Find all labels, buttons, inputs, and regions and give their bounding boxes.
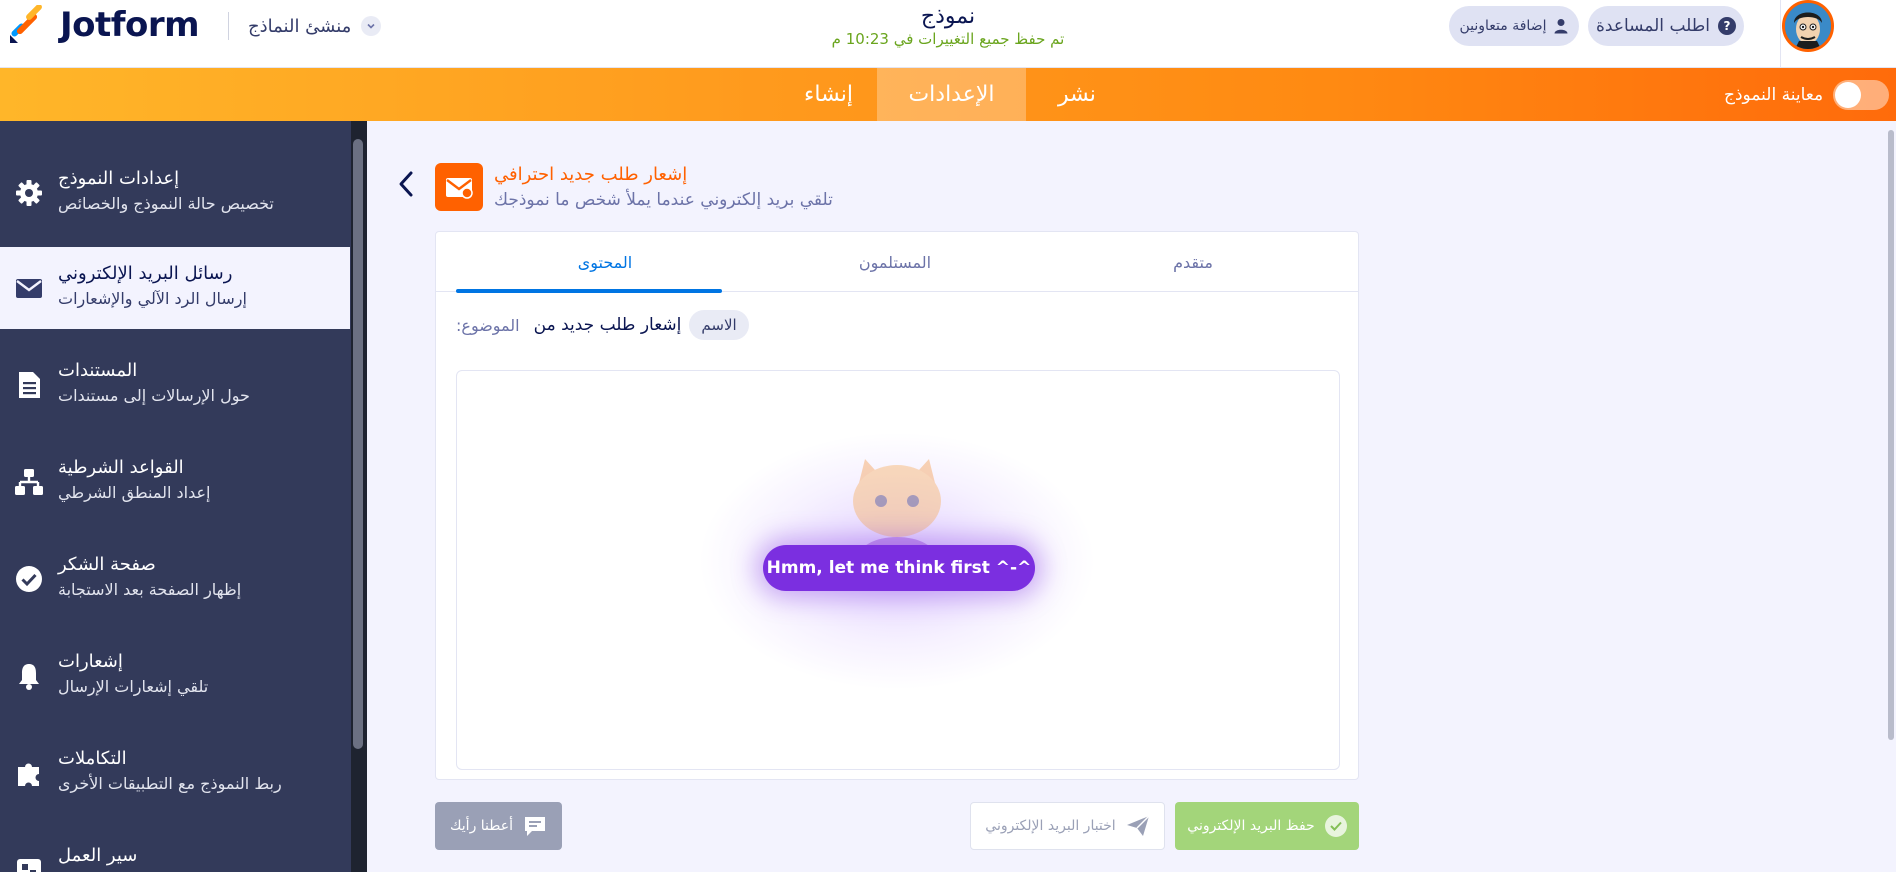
help-label: اطلب المساعدة: [1595, 16, 1711, 36]
puzzle-icon: [18, 763, 39, 786]
workflow-icon: [17, 859, 41, 872]
check-circle-icon: [1324, 815, 1347, 837]
user-icon: [1554, 19, 1568, 34]
form-title[interactable]: نموذج: [860, 4, 1036, 29]
ai-thinking-indicator: Hmm, let me think first ^-^: [763, 545, 1035, 591]
user-avatar-image: [1785, 3, 1831, 49]
subject-text: إشعار طلب جديد من: [533, 315, 682, 335]
sidebar-item-thank-you[interactable]: صفحة الشكر إظهار الصفحة بعد الاستجابة: [0, 538, 350, 620]
brand-name: Jotform: [60, 5, 200, 45]
top-header: Jotform منشئ النماذج نموذج تم حفظ جميع ا…: [0, 0, 1896, 68]
sidebar-item-desc: إظهار الصفحة بعد الاستجابة: [58, 580, 242, 599]
envelope-icon: [16, 279, 42, 298]
sidebar-item-workflow[interactable]: سير العمل: [0, 829, 350, 872]
sidebar-item-notifications[interactable]: إشعارات تلقي إشعارات الإرسال: [0, 635, 350, 717]
question-icon: ?: [1718, 17, 1737, 35]
gear-icon: [16, 180, 42, 206]
tab-content[interactable]: المحتوى: [456, 232, 754, 293]
test-email-label: اختبار البريد الإلكتروني: [985, 818, 1116, 834]
sidebar-scrollbar-thumb[interactable]: [353, 139, 363, 749]
add-collaborators-button[interactable]: إضافة متعاونين: [1449, 6, 1579, 46]
tab-build[interactable]: إنشاء: [780, 68, 877, 121]
subject-label: :الموضوع: [456, 315, 520, 335]
subject-field-tag[interactable]: الاسم: [689, 310, 749, 340]
tab-publish[interactable]: نشر: [1026, 68, 1128, 121]
tab-settings[interactable]: الإعدادات: [877, 68, 1026, 121]
sidebar-item-conditions[interactable]: القواعد الشرطية إعداد المنطق الشرطي: [0, 441, 350, 523]
jotform-logo[interactable]: Jotform: [8, 5, 200, 45]
email-notification-badge: [435, 163, 483, 211]
get-help-button[interactable]: اطلب المساعدة ?: [1588, 6, 1744, 46]
sidebar-item-emails[interactable]: رسائل البريد الإلكتروني إرسال الرد الآلي…: [0, 247, 350, 329]
sidebar-item-desc: إعداد المنطق الشرطي: [58, 483, 211, 502]
check-circle-icon: [16, 566, 42, 592]
settings-sidebar: إعدادات النموذج تخصيص حالة النموذج والخص…: [0, 121, 367, 872]
sidebar-item-form-settings[interactable]: إعدادات النموذج تخصيص حالة النموذج والخص…: [0, 152, 350, 234]
sitemap-icon: [15, 469, 43, 495]
form-builder-dropdown[interactable]: منشئ النماذج: [248, 12, 382, 40]
form-preview-control: معاينة النموذج: [1724, 80, 1890, 110]
envelope-check-icon: [446, 178, 473, 199]
sidebar-item-title: القواعد الشرطية: [58, 457, 184, 478]
feedback-icon: [525, 817, 545, 836]
sidebar-item-title: إشعارات: [58, 651, 123, 672]
sidebar-item-integrations[interactable]: التكاملات ربط النموذج مع التطبيقات الأخر…: [0, 732, 350, 814]
page-scrollbar-thumb[interactable]: [1888, 130, 1894, 740]
preview-toggle[interactable]: [1833, 80, 1890, 110]
collaborators-label: إضافة متعاونين: [1459, 18, 1547, 34]
sidebar-item-title: المستندات: [58, 360, 138, 381]
sidebar-item-documents[interactable]: المستندات حول الإرسالات إلى مستندات: [0, 344, 350, 426]
builder-nav-bar: إنشاء الإعدادات نشر معاينة النموذج: [0, 68, 1896, 121]
sidebar-item-desc: تخصيص حالة النموذج والخصائص: [58, 194, 274, 213]
feedback-label: أعطنا رأيك: [449, 818, 513, 834]
sidebar-item-desc: ربط النموذج مع التطبيقات الأخرى: [58, 774, 282, 793]
email-editor-tabs: المحتوى المستلمون متقدم: [436, 232, 1358, 293]
active-tab-indicator: [456, 289, 722, 293]
preview-label: معاينة النموذج: [1724, 85, 1824, 105]
save-status: تم حفظ جميع التغييرات في 10:23 م: [831, 30, 1065, 48]
sidebar-item-desc: إرسال الرد الآلي والإشعارات: [58, 289, 247, 308]
notification-subtitle: تلقي بريد إلكتروني عندما يملأ شخص ما نمو…: [494, 190, 833, 210]
sidebar-item-desc: حول الإرسالات إلى مستندات: [58, 386, 250, 405]
tab-advanced[interactable]: متقدم: [1044, 232, 1342, 292]
test-email-button[interactable]: اختبار البريد الإلكتروني: [970, 802, 1165, 850]
sidebar-item-title: سير العمل: [58, 845, 138, 866]
paper-plane-icon: [1126, 815, 1150, 836]
save-email-button[interactable]: حفظ البريد الإلكتروني: [1175, 802, 1359, 850]
header-divider: [228, 12, 229, 40]
chevron-down-icon: [361, 16, 382, 36]
sidebar-item-title: التكاملات: [58, 748, 127, 769]
tab-content-label: المحتوى: [577, 252, 633, 272]
header-separator: [1780, 0, 1781, 68]
toggle-knob: [1835, 82, 1862, 108]
tab-recipients[interactable]: المستلمون: [746, 232, 1044, 292]
bell-icon: [19, 664, 39, 690]
save-email-label: حفظ البريد الإلكتروني: [1187, 818, 1315, 834]
subject-field[interactable]: :الموضوع إشعار طلب جديد من الاسم: [456, 310, 1336, 340]
sidebar-panel: إعدادات النموذج تخصيص حالة النموذج والخص…: [0, 121, 350, 872]
email-editor-card: المحتوى المستلمون متقدم :الموضوع إشعار ط…: [435, 231, 1359, 780]
sidebar-item-title: صفحة الشكر: [58, 554, 156, 575]
avatar[interactable]: [1782, 0, 1834, 52]
document-icon: [19, 372, 40, 398]
builder-menu-label: منشئ النماذج: [248, 15, 352, 37]
jotform-logo-icon: [10, 5, 42, 43]
feedback-button[interactable]: أعطنا رأيك: [435, 802, 562, 850]
email-body-editor[interactable]: Hmm, let me think first ^-^: [456, 370, 1340, 770]
sidebar-item-title: رسائل البريد الإلكتروني: [58, 263, 233, 284]
notification-title: إشعار طلب جديد احترافي: [494, 164, 688, 185]
sidebar-item-title: إعدادات النموذج: [58, 168, 180, 189]
sidebar-item-desc: تلقي إشعارات الإرسال: [58, 677, 209, 696]
chevron-left-icon[interactable]: [396, 170, 416, 198]
